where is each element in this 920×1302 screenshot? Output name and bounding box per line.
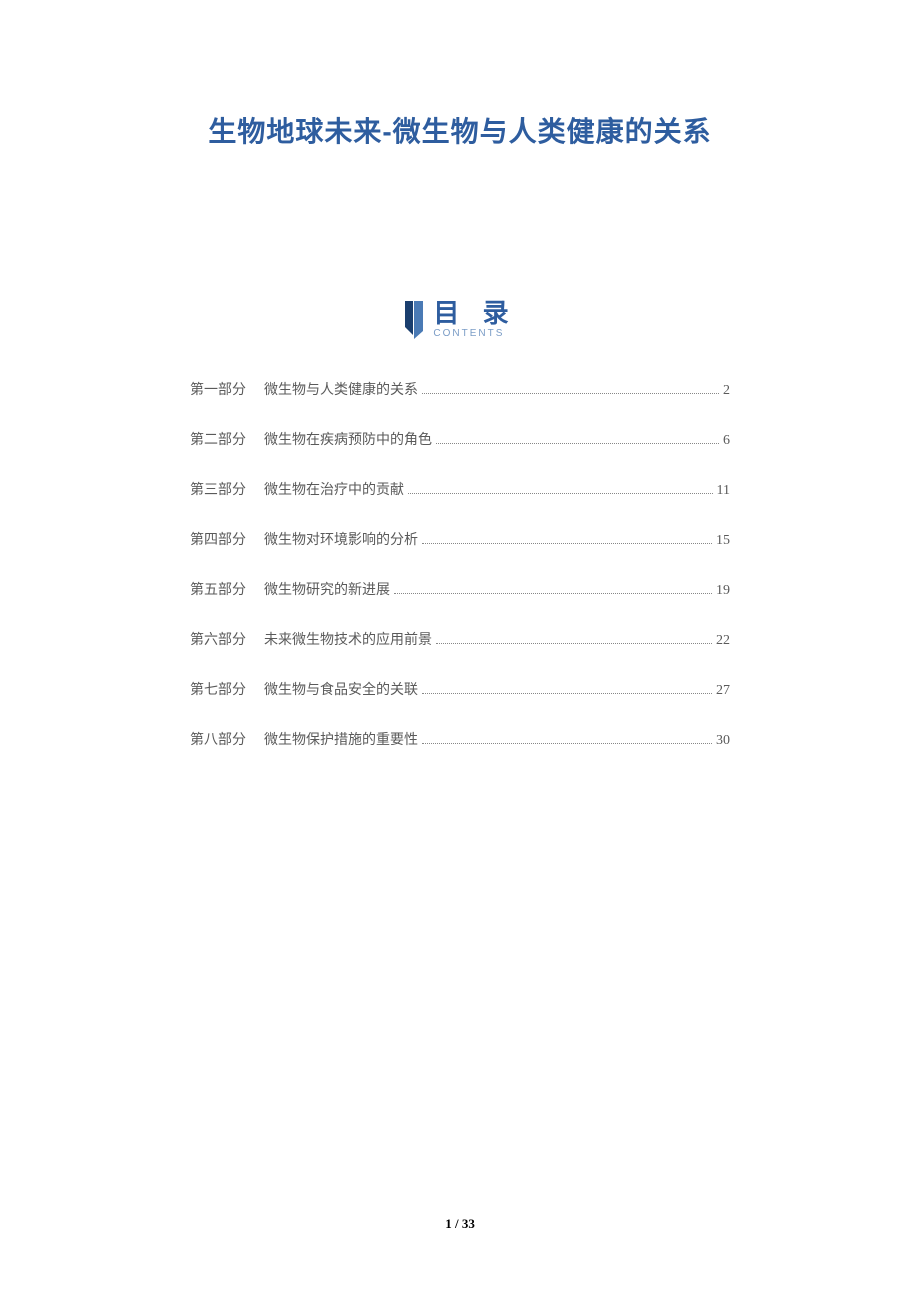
- toc-item[interactable]: 第六部分 未来微生物技术的应用前景 22: [190, 629, 730, 649]
- toc-entry-title: 微生物研究的新进展: [264, 579, 390, 599]
- toc-part-label: 第六部分: [190, 629, 246, 649]
- toc-page-number: 22: [716, 633, 730, 649]
- toc-subtitle: CONTENTS: [433, 328, 504, 339]
- toc-leader-dots: [422, 743, 712, 744]
- toc-part-label: 第三部分: [190, 479, 246, 499]
- toc-label: 目 录: [433, 300, 516, 326]
- page-footer: 1 / 33: [0, 1216, 920, 1232]
- toc-leader-dots: [422, 693, 712, 694]
- toc-leader-dots: [422, 393, 719, 394]
- toc-item[interactable]: 第三部分 微生物在治疗中的贡献 11: [190, 479, 730, 499]
- footer-total-pages: 33: [462, 1216, 475, 1231]
- document-title: 生物地球未来-微生物与人类健康的关系: [130, 110, 790, 150]
- toc-page-number: 11: [717, 483, 730, 499]
- toc-leader-dots: [436, 643, 712, 644]
- toc-leader-dots: [408, 493, 713, 494]
- toc-item[interactable]: 第二部分 微生物在疾病预防中的角色 6: [190, 429, 730, 449]
- toc-leader-dots: [394, 593, 712, 594]
- toc-page-number: 27: [716, 683, 730, 699]
- toc-page-number: 19: [716, 583, 730, 599]
- toc-label-wrap: 目 录 CONTENTS: [433, 300, 516, 339]
- toc-entry-title: 未来微生物技术的应用前景: [264, 629, 432, 649]
- document-page: 生物地球未来-微生物与人类健康的关系 目 录 CONTENTS 第一部分 微生物…: [0, 0, 920, 1302]
- toc-entry-title: 微生物保护措施的重要性: [264, 729, 418, 749]
- toc-entry-title: 微生物与人类健康的关系: [264, 379, 418, 399]
- toc-leader-dots: [436, 443, 719, 444]
- toc-list: 第一部分 微生物与人类健康的关系 2 第二部分 微生物在疾病预防中的角色 6 第…: [130, 379, 790, 749]
- toc-entry-title: 微生物在疾病预防中的角色: [264, 429, 432, 449]
- toc-leader-dots: [422, 543, 712, 544]
- toc-item[interactable]: 第五部分 微生物研究的新进展 19: [190, 579, 730, 599]
- toc-item[interactable]: 第七部分 微生物与食品安全的关联 27: [190, 679, 730, 699]
- toc-page-number: 6: [723, 433, 730, 449]
- toc-part-label: 第五部分: [190, 579, 246, 599]
- toc-item[interactable]: 第四部分 微生物对环境影响的分析 15: [190, 529, 730, 549]
- toc-part-label: 第四部分: [190, 529, 246, 549]
- toc-item[interactable]: 第八部分 微生物保护措施的重要性 30: [190, 729, 730, 749]
- toc-page-number: 15: [716, 533, 730, 549]
- toc-entry-title: 微生物对环境影响的分析: [264, 529, 418, 549]
- toc-entry-title: 微生物在治疗中的贡献: [264, 479, 404, 499]
- bookmark-icon: [403, 301, 425, 339]
- toc-page-number: 2: [723, 383, 730, 399]
- toc-page-number: 30: [716, 733, 730, 749]
- toc-item[interactable]: 第一部分 微生物与人类健康的关系 2: [190, 379, 730, 399]
- toc-part-label: 第八部分: [190, 729, 246, 749]
- toc-header: 目 录 CONTENTS: [130, 300, 790, 339]
- toc-part-label: 第二部分: [190, 429, 246, 449]
- footer-separator: /: [452, 1216, 462, 1231]
- toc-part-label: 第一部分: [190, 379, 246, 399]
- toc-part-label: 第七部分: [190, 679, 246, 699]
- toc-entry-title: 微生物与食品安全的关联: [264, 679, 418, 699]
